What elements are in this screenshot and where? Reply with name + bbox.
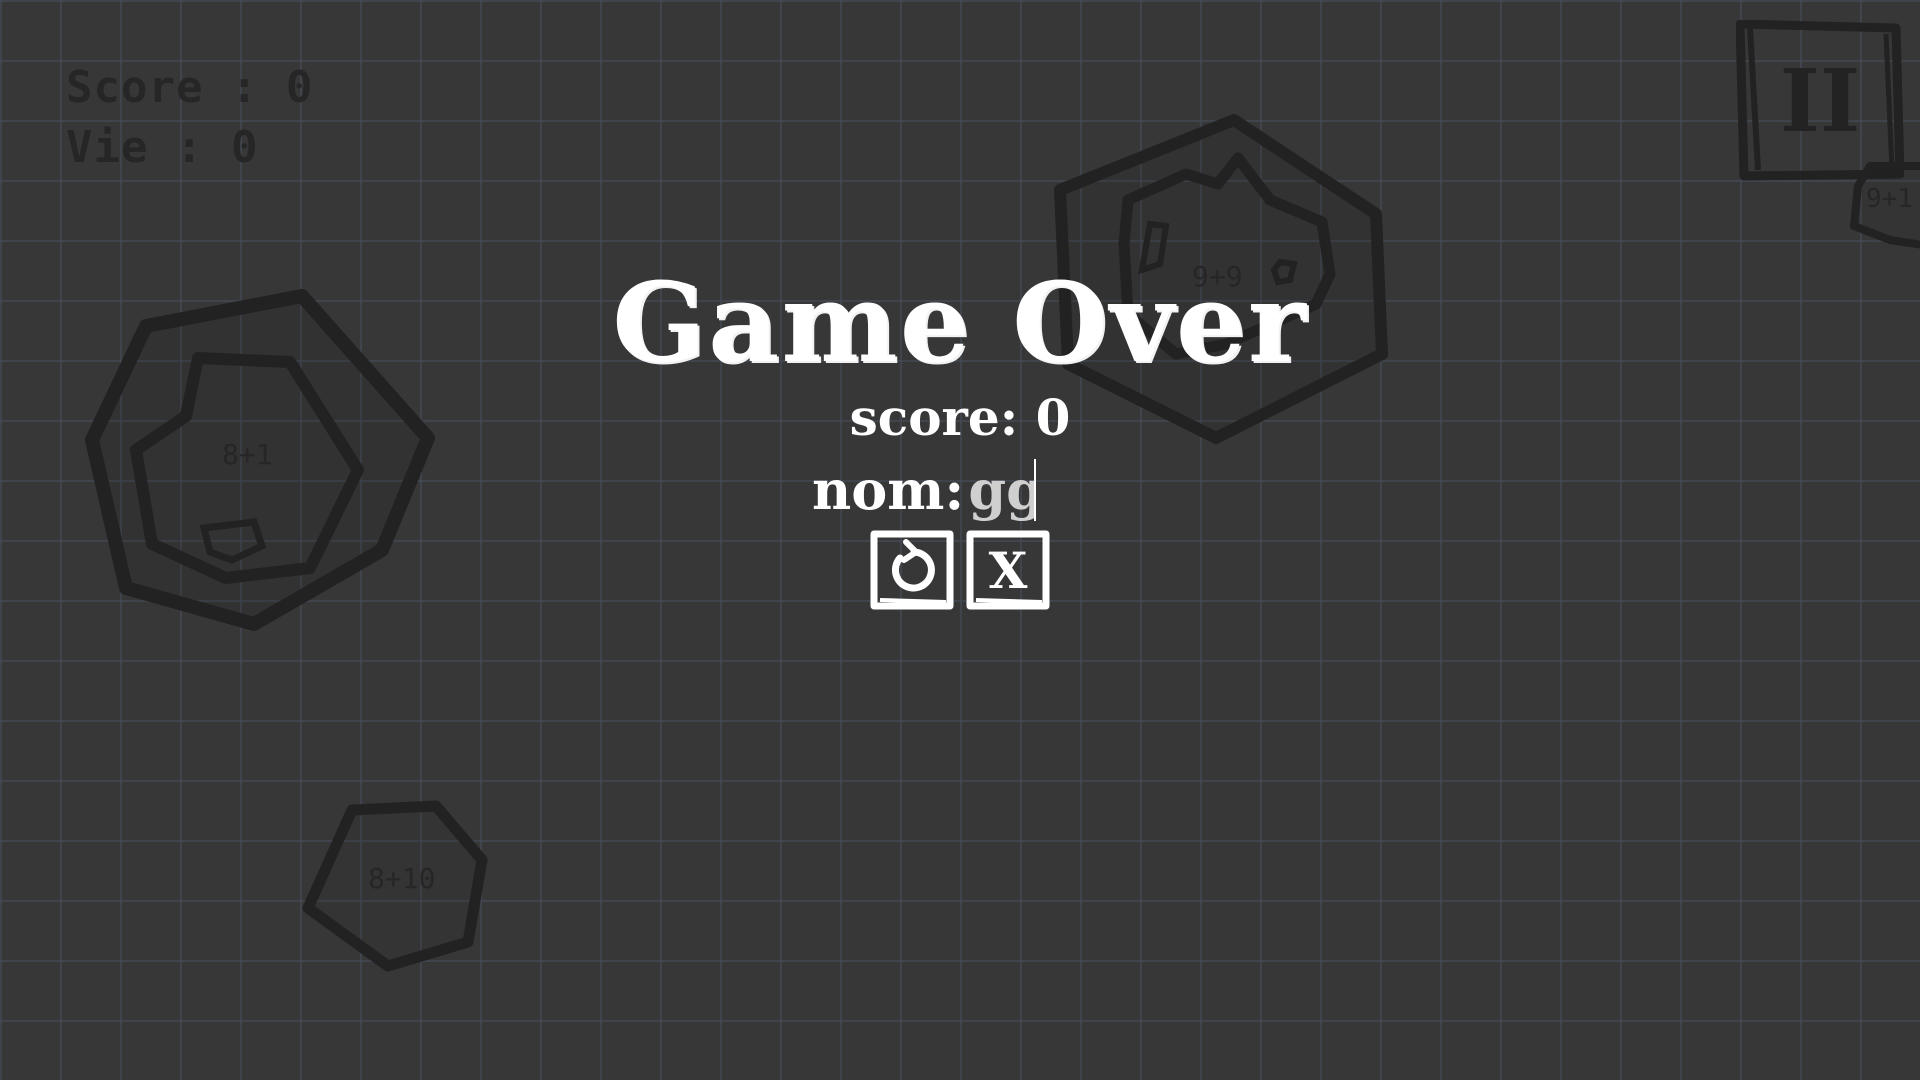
name-entry-row: nom: — [812, 458, 1037, 522]
asteroid-equation: 8+1 — [222, 438, 273, 471]
pause-button[interactable]: II — [1736, 20, 1904, 182]
pause-label: II — [1779, 50, 1861, 152]
game-canvas: Score : 0 Vie : 0 II 9+9 8+1 8+10 9+1 Ga… — [0, 0, 1920, 1080]
close-button[interactable]: X — [966, 530, 1050, 610]
restart-button[interactable] — [870, 530, 954, 610]
final-score: score: 0 — [849, 388, 1071, 447]
close-label: X — [988, 540, 1028, 600]
hud-score: Score : 0 — [66, 62, 314, 113]
asteroid-equation: 8+10 — [368, 862, 436, 895]
asteroid-equation: 9+1 — [1866, 184, 1913, 214]
name-label: nom: — [812, 458, 965, 522]
asteroid: 8+1 — [85, 289, 436, 631]
restart-icon — [870, 530, 954, 610]
game-over-title: Game Over — [612, 258, 1308, 387]
name-input[interactable] — [968, 459, 1037, 521]
hud-lives: Vie : 0 — [66, 122, 259, 173]
asteroid: 9+1 — [1850, 160, 1920, 250]
asteroid: 8+10 — [302, 800, 488, 972]
